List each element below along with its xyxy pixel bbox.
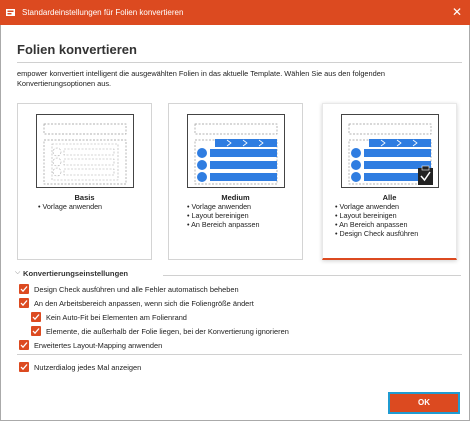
card-title-alle: Alle bbox=[382, 193, 397, 202]
card-title-medium: Medium bbox=[221, 193, 250, 202]
app-icon bbox=[5, 7, 16, 18]
option-card-alle[interactable]: Alle • Vorlage anwenden • Layout bereini… bbox=[322, 103, 457, 260]
card-bullet: • Vorlage anwenden bbox=[187, 202, 252, 211]
chevron-down-icon[interactable]: ⌵ bbox=[15, 269, 20, 277]
options-divider bbox=[17, 354, 462, 355]
window-title: Standardeinstellungen für Folien konvert… bbox=[22, 8, 184, 17]
dialog-heading: Folien konvertieren bbox=[17, 42, 137, 57]
clipboard-check-icon bbox=[418, 165, 433, 185]
checkbox-checked-icon[interactable] bbox=[19, 362, 29, 372]
close-icon[interactable]: ✕ bbox=[450, 5, 464, 19]
option-card-medium[interactable]: Medium • Vorlage anwenden • Layout berei… bbox=[168, 103, 303, 260]
option-label: Nutzerdialog jedes Mal anzeigen bbox=[34, 363, 142, 372]
option-label: Erweitertes Layout-Mapping anwenden bbox=[34, 341, 163, 350]
dialog-description: empower konvertiert intelligent die ausg… bbox=[17, 69, 385, 88]
checkbox-checked-icon[interactable] bbox=[31, 312, 41, 322]
medium-thumbnail bbox=[187, 114, 285, 188]
card-bullet: • Vorlage anwenden bbox=[335, 202, 400, 211]
option-label: Kein Auto-Fit bei Elementen am Folienran… bbox=[46, 313, 187, 322]
card-bullet: • Design Check ausführen bbox=[335, 229, 419, 238]
section-divider bbox=[163, 275, 461, 276]
option-card-basis[interactable]: Basis • Vorlage anwenden bbox=[17, 103, 152, 260]
dialog-body: Folien konvertieren empower konvertiert … bbox=[0, 25, 470, 421]
card-bullet: • An Bereich anpassen bbox=[187, 220, 260, 229]
card-bullet: • Layout bereinigen bbox=[187, 211, 249, 220]
card-bullet: • Layout bereinigen bbox=[335, 211, 397, 220]
card-bullet: • An Bereich anpassen bbox=[335, 220, 408, 229]
card-title-basis: Basis bbox=[74, 193, 95, 202]
checkbox-checked-icon[interactable] bbox=[19, 340, 29, 350]
option-label: Design Check ausführen und alle Fehler a… bbox=[34, 285, 239, 294]
basis-thumbnail bbox=[36, 114, 134, 188]
heading-divider bbox=[17, 62, 462, 63]
option-label: Elemente, die außerhalb der Folie liegen… bbox=[46, 327, 289, 336]
checkbox-checked-icon[interactable] bbox=[19, 298, 29, 308]
ok-button[interactable]: OK bbox=[388, 392, 460, 414]
checkbox-checked-icon[interactable] bbox=[19, 284, 29, 294]
settings-section-title[interactable]: Konvertierungseinstellungen bbox=[23, 269, 128, 278]
title-bar: Standardeinstellungen für Folien konvert… bbox=[0, 0, 470, 25]
card-bullet: • Vorlage anwenden bbox=[38, 202, 103, 211]
alle-thumbnail bbox=[341, 114, 439, 188]
option-label: An den Arbeitsbereich anpassen, wenn sic… bbox=[34, 299, 254, 308]
checkbox-checked-icon[interactable] bbox=[31, 326, 41, 336]
